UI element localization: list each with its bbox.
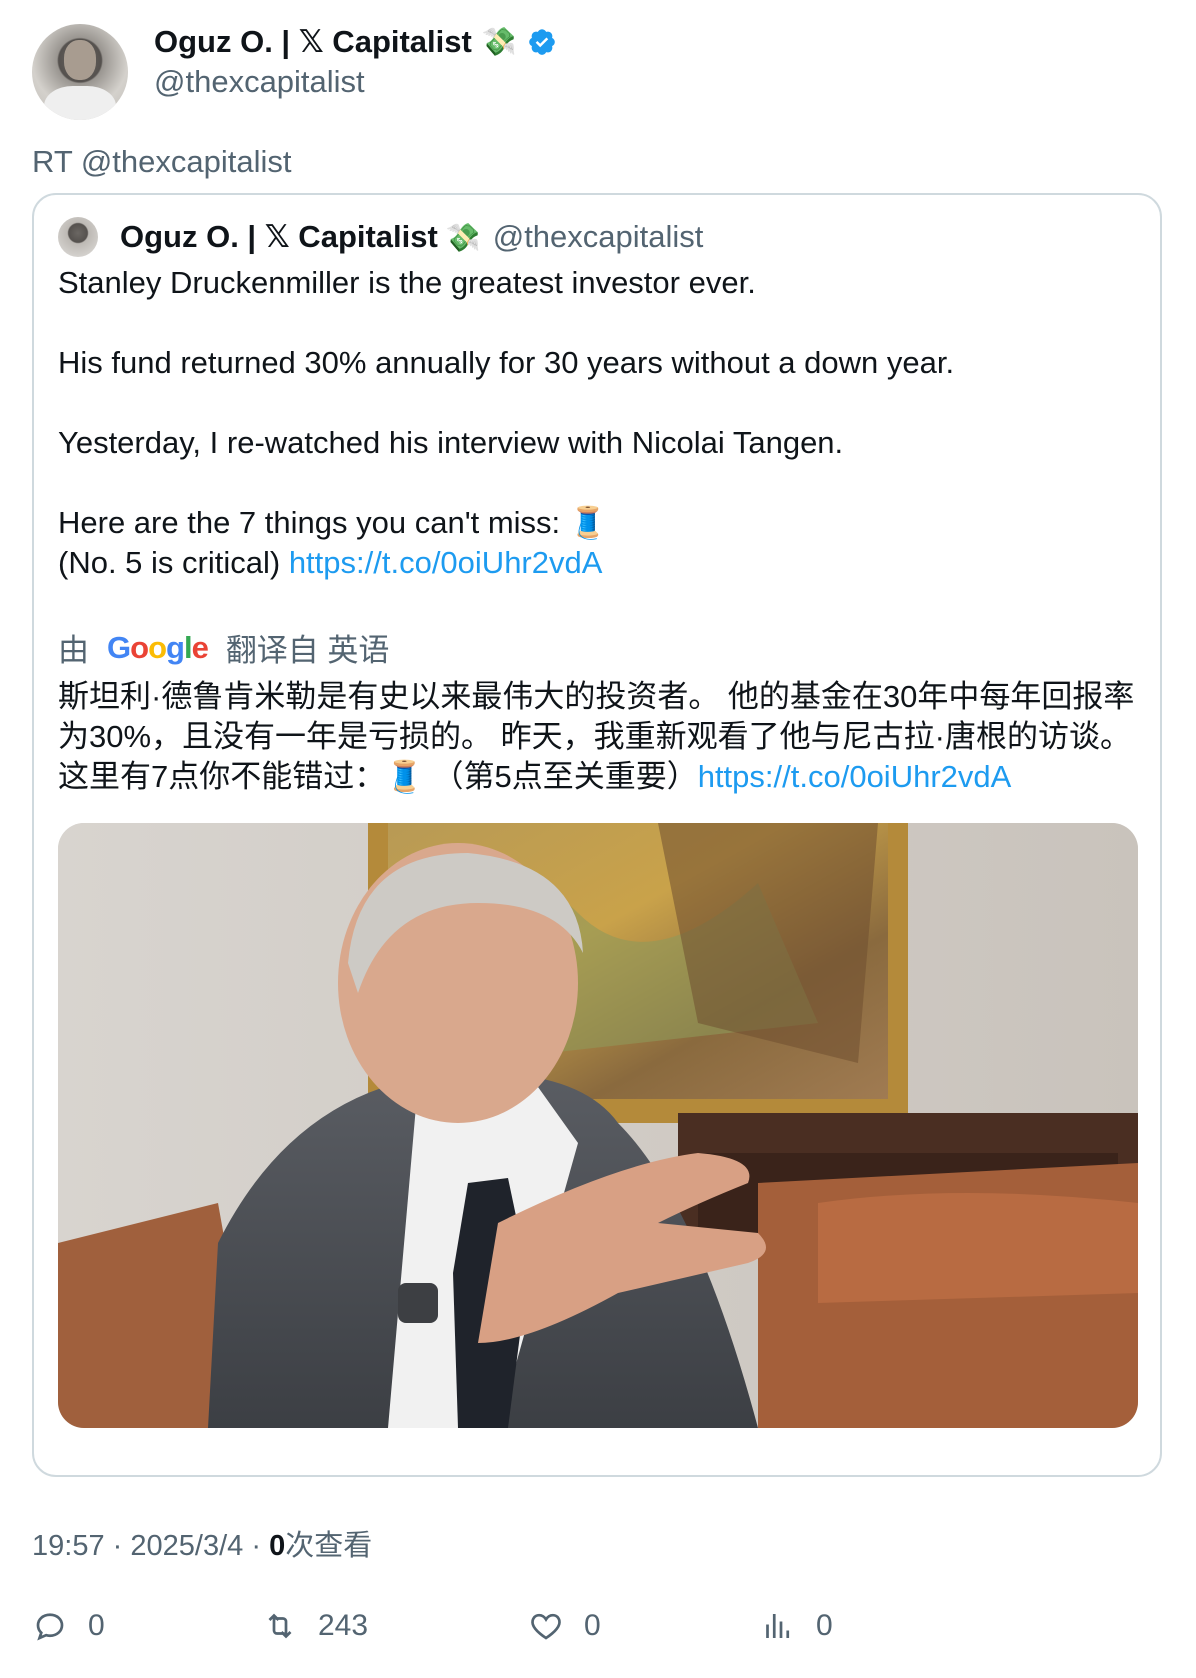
tweet-action-bar: 0 243 0 0 bbox=[32, 1608, 1132, 1652]
reply-icon bbox=[36, 1613, 64, 1641]
meta-separator: · bbox=[112, 1530, 123, 1562]
translation-attribution: 由 Google 翻译自 英语 bbox=[58, 625, 389, 670]
views-button[interactable]: 0 bbox=[760, 1608, 833, 1644]
author-names: Oguz O. | 𝕏 Capitalist 💸 @thexcapitalist bbox=[154, 24, 557, 102]
translation-prefix: 由 bbox=[58, 633, 89, 668]
author-handle[interactable]: @thexcapitalist bbox=[154, 62, 557, 102]
views-count: 0 bbox=[269, 1530, 286, 1562]
tweet-paragraph: Here are the 7 things you can't miss: 🧵 bbox=[58, 505, 608, 540]
quoted-handle[interactable]: @thexcapitalist bbox=[493, 219, 704, 255]
quoted-tweet-header: Oguz O. | 𝕏 Capitalist 💸 @thexcapitalist bbox=[58, 217, 703, 257]
translated-text: 斯坦利·德鲁肯米勒是有史以来最伟大的投资者。 他的基金在30年中每年回报率为30… bbox=[58, 677, 1138, 797]
author-display-name-row[interactable]: Oguz O. | 𝕏 Capitalist 💸 bbox=[154, 24, 557, 60]
interview-photo bbox=[58, 823, 1138, 1428]
money-emoji: 💸 bbox=[445, 221, 481, 253]
avatar[interactable] bbox=[32, 24, 128, 120]
tweet-meta: 19:57 · 2025/3/4 · 0次查看 bbox=[32, 1522, 372, 1564]
retweet-icon bbox=[268, 1613, 292, 1639]
tweet-paragraph: His fund returned 30% annually for 30 ye… bbox=[58, 345, 955, 380]
views-label: 次查看 bbox=[285, 1530, 373, 1562]
retweet-button[interactable]: 243 bbox=[262, 1608, 368, 1644]
tweet-date[interactable]: 2025/3/4 bbox=[130, 1530, 243, 1562]
heart-icon bbox=[531, 1613, 561, 1640]
quoted-tweet-text: Stanley Druckenmiller is the greatest in… bbox=[58, 263, 1138, 583]
meta-separator: · bbox=[251, 1530, 261, 1562]
tweet-last-line: (No. 5 is critical) bbox=[58, 545, 289, 580]
tweet-paragraph-last: (No. 5 is critical) https://t.co/0oiUhr2… bbox=[58, 543, 1138, 583]
money-emoji: 💸 bbox=[481, 26, 517, 57]
like-count: 0 bbox=[584, 1609, 601, 1642]
author-display-name[interactable]: Oguz O. | 𝕏 Capitalist bbox=[154, 24, 472, 60]
quoted-avatar[interactable] bbox=[58, 217, 98, 257]
verified-badge-icon bbox=[528, 29, 555, 55]
tweet-paragraph: Stanley Druckenmiller is the greatest in… bbox=[58, 265, 756, 300]
translation-suffix: 翻译自 英语 bbox=[225, 633, 390, 668]
reply-button[interactable]: 0 bbox=[32, 1608, 105, 1644]
tweet-paragraph: Yesterday, I re-watched his interview wi… bbox=[58, 425, 844, 460]
retweet-count: 243 bbox=[318, 1609, 369, 1642]
google-logo-icon: Google bbox=[107, 629, 209, 665]
translated-link[interactable]: https://t.co/0oiUhr2vdA bbox=[698, 759, 1012, 794]
tweet-time[interactable]: 19:57 bbox=[32, 1530, 105, 1562]
tweet-media-image[interactable] bbox=[58, 823, 1138, 1428]
like-button[interactable]: 0 bbox=[528, 1608, 601, 1644]
views-action-count: 0 bbox=[816, 1609, 833, 1642]
tweet-header: Oguz O. | 𝕏 Capitalist 💸 @thexcapitalist bbox=[32, 24, 557, 120]
retweet-label: RT @thexcapitalist bbox=[32, 144, 292, 179]
analytics-icon bbox=[766, 1614, 790, 1638]
quoted-tweet-card[interactable]: Oguz O. | 𝕏 Capitalist 💸 @thexcapitalist… bbox=[32, 193, 1162, 1477]
reply-count: 0 bbox=[88, 1609, 105, 1642]
quoted-display-name[interactable]: Oguz O. | 𝕏 Capitalist bbox=[120, 219, 438, 255]
tweet-link[interactable]: https://t.co/0oiUhr2vdA bbox=[289, 545, 603, 580]
